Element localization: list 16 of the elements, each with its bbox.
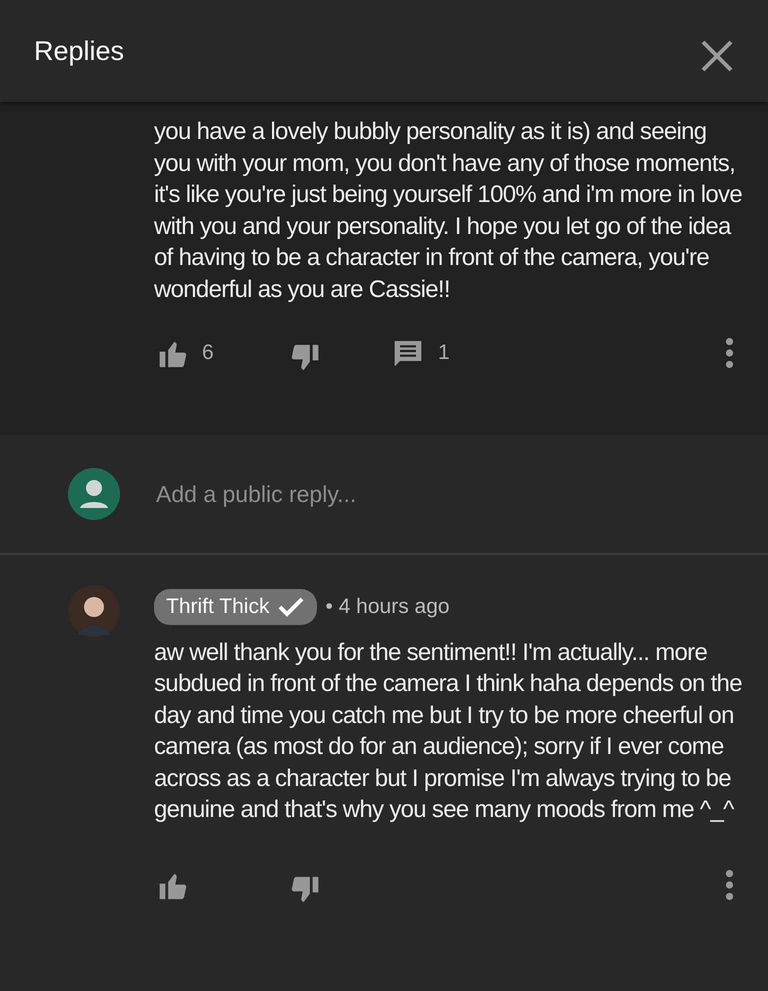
reply-button[interactable]: 1 [392,336,450,369]
like-button[interactable]: 6 [154,336,290,370]
author-name: Thrift Thick [154,589,318,624]
reply-field[interactable]: Add a public reply... [154,476,654,512]
more-button[interactable] [725,338,734,368]
more-icon [725,870,734,900]
reply-count: 1 [438,340,450,366]
header-title: Replies [34,34,124,68]
timestamp: • 4 hours ago [325,594,450,620]
more-icon [725,338,734,368]
comment-text: you have a lovely bubbly personality as it is) and seeing you with your mom, you don't have any of those moments, it's like you're just being yourself 100% and i'm more in love with you and your personality. I hope you let go of the idea of having to be a character in front of the camera, you're wonderful as you are Cassie!! [154,117,743,305]
more-button[interactable] [725,870,734,900]
avatar-icon [68,468,120,520]
like-count: 6 [202,340,214,366]
comment-text: aw well thank you for the sentiment!! I'm actually... more subdued in front of the camera I think haha depends on the day and time you catch me but I try to be more cheerful on camera (as most do for an audience); sorry if I ever come across as a character but I promise I'm always trying to be genuine and that's why you see many moods from me ^_^ [154,638,743,826]
avatar-icon [68,585,120,637]
